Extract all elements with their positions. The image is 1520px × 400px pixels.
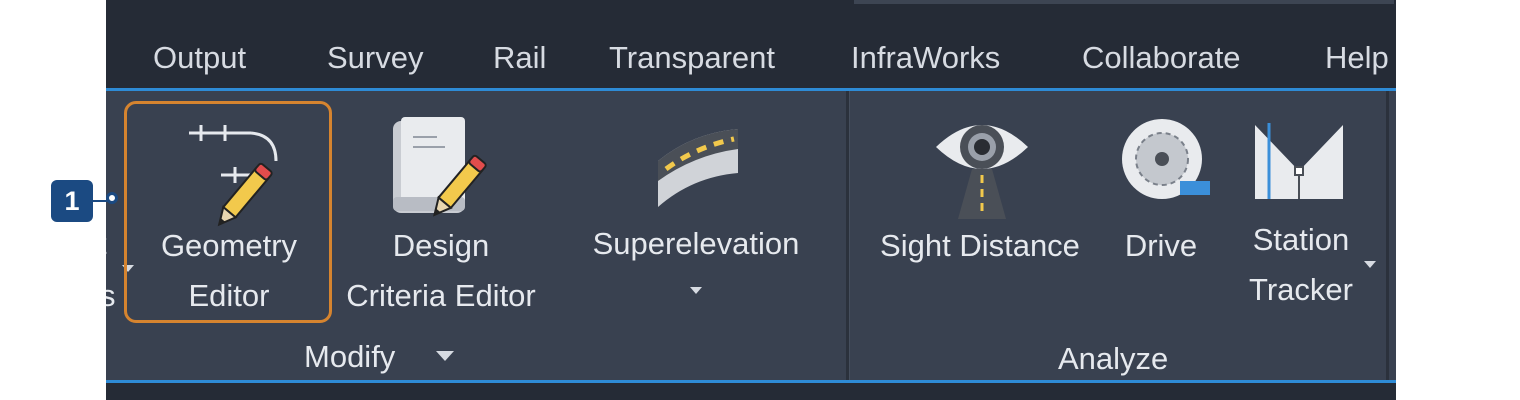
- partial-left-label-2: s: [106, 278, 116, 313]
- design-criteria-editor-icon: [393, 117, 487, 217]
- geometry-editor-icon: [189, 125, 278, 227]
- drive-icon: [1122, 119, 1210, 199]
- partial-left-label-1: t: [106, 219, 107, 269]
- tab-survey[interactable]: Survey: [327, 40, 423, 76]
- superelevation-label: Superelevation: [592, 226, 800, 261]
- modify-panel-title[interactable]: Modify: [296, 331, 466, 381]
- superelevation-button[interactable]: Superelevation: [576, 101, 816, 301]
- modify-panel-caret-icon: [436, 351, 454, 361]
- design-criteria-editor-label-1: Design: [392, 228, 490, 263]
- civil3d-window: Output Survey Rail Transparent InfraWork…: [106, 0, 1396, 400]
- station-tracker-caret-icon: [1364, 261, 1376, 268]
- panel-separator-highlight: [849, 91, 850, 381]
- drive-label: Drive: [1124, 228, 1198, 263]
- tab-transparent[interactable]: Transparent: [609, 40, 775, 76]
- superelevation-icon: [658, 129, 738, 207]
- sight-distance-button[interactable]: Sight Distance: [862, 101, 1098, 323]
- callout-leader-line: [93, 200, 107, 202]
- design-criteria-editor-label-2: Criteria Editor: [346, 278, 536, 313]
- drive-button[interactable]: Drive: [1106, 101, 1216, 323]
- superelevation-dropdown-caret-icon: [690, 287, 702, 294]
- tab-help[interactable]: Help: [1325, 40, 1389, 76]
- callout-badge: 1: [51, 180, 93, 222]
- title-search-field[interactable]: [854, 0, 1394, 4]
- panel-separator-right: [1386, 91, 1389, 381]
- tab-rail[interactable]: Rail: [493, 40, 546, 76]
- design-criteria-editor-button[interactable]: Design Criteria Editor: [332, 101, 550, 323]
- analyze-panel-title[interactable]: Analyze: [1046, 331, 1196, 381]
- callout-leader-dot: [106, 192, 118, 204]
- station-tracker-button[interactable]: Station Tracker: [1226, 101, 1376, 323]
- tab-output[interactable]: Output: [153, 40, 246, 76]
- sight-distance-icon: [936, 125, 1028, 219]
- geometry-editor-button[interactable]: Geometry Editor: [126, 101, 332, 323]
- sight-distance-label: Sight Distance: [880, 228, 1080, 263]
- station-tracker-icon: [1255, 123, 1343, 199]
- ribbon: t s G: [106, 91, 1396, 381]
- tab-infraworks[interactable]: InfraWorks: [851, 40, 1000, 76]
- geometry-editor-label-1: Geometry: [160, 228, 298, 263]
- analyze-panel-label: Analyze: [1058, 341, 1169, 376]
- modify-panel-label: Modify: [304, 339, 396, 374]
- geometry-editor-label-2: Editor: [188, 278, 270, 313]
- station-tracker-label-1: Station: [1252, 222, 1350, 257]
- ribbon-tab-bar: Output Survey Rail Transparent InfraWork…: [106, 30, 1396, 90]
- station-tracker-label-2: Tracker: [1249, 272, 1353, 307]
- tab-collaborate[interactable]: Collaborate: [1082, 40, 1241, 76]
- ribbon-bottom-border: [106, 380, 1396, 383]
